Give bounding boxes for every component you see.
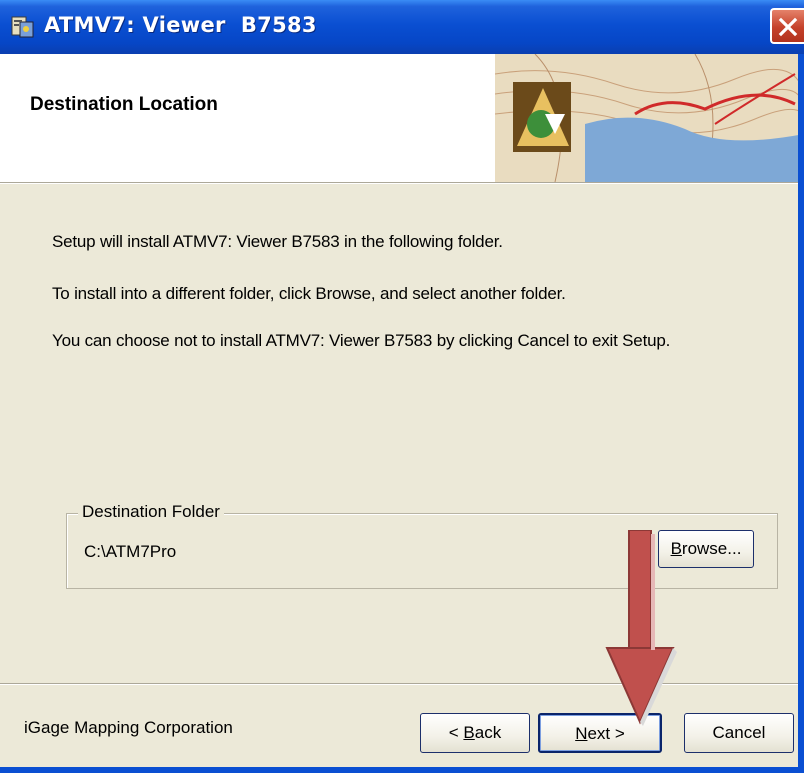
close-button[interactable] [770,8,804,44]
back-prefix: < [448,723,464,742]
install-info-text: Setup will install ATMV7: Viewer B7583 i… [52,232,503,251]
destination-path: C:\ATM7Pro [84,542,177,561]
next-mnemonic: N [575,724,588,743]
company-name: iGage Mapping Corporation [24,718,233,737]
header-banner: Destination Location [0,54,804,182]
page-title: Destination Location [30,94,218,115]
browse-instruction-text: To install into a different folder, clic… [52,284,566,303]
browse-label: rowse... [681,539,742,558]
back-button[interactable]: < Back [420,713,530,753]
installer-icon [10,14,36,40]
destination-folder-label: Destination Folder [78,502,224,522]
close-icon [778,17,798,37]
cancel-label: Cancel [712,723,766,742]
window-title: ATMV7: Viewer B7583 [44,13,317,37]
cancel-instruction-text: You can choose not to install ATMV7: Vie… [52,331,671,350]
window-bottom-border [0,767,804,773]
banner-divider-highlight [0,183,804,184]
back-label: ack [474,723,502,742]
cancel-button[interactable]: Cancel [684,713,794,753]
back-mnemonic: B [463,723,475,742]
window-right-border [798,54,804,773]
red-down-arrow-icon [605,529,685,730]
topographic-map-logo [494,54,804,182]
setup-dialog: ATMV7: Viewer B7583 Destination Location [0,0,804,773]
title-bar[interactable]: ATMV7: Viewer B7583 [0,0,804,54]
